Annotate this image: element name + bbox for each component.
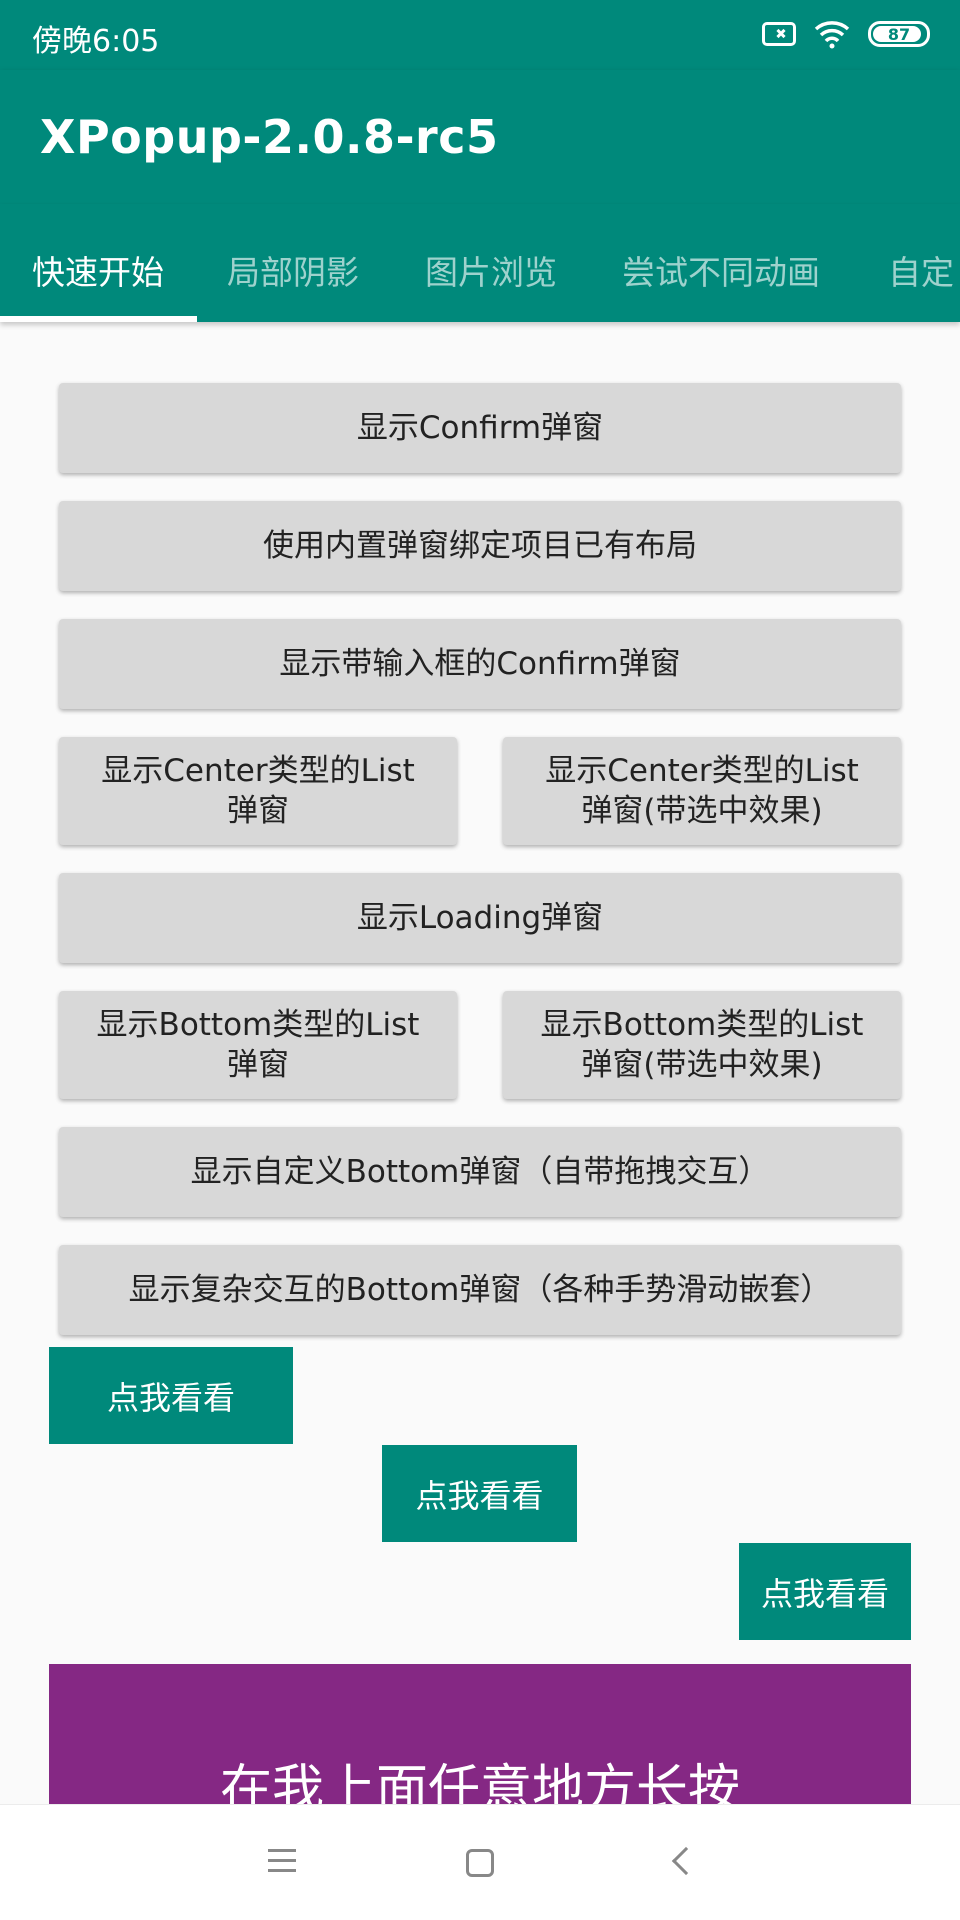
bottom-list-check-label-line2: 弹窗(带选中效果) bbox=[581, 1047, 823, 1083]
input-confirm-label: 显示带输入框的Confirm弹窗 bbox=[279, 646, 681, 682]
home-icon[interactable] bbox=[466, 1849, 494, 1877]
app-title: XPopup-2.0.8-rc5 bbox=[40, 110, 499, 164]
attach-button-right-label: 点我看看 bbox=[760, 1574, 889, 1613]
custom-bottom-label: 显示自定义Bottom弹窗（自带拖拽交互） bbox=[190, 1154, 770, 1190]
center-list-button[interactable]: 显示Center类型的List 弹窗 bbox=[59, 737, 457, 845]
bottom-list-button[interactable]: 显示Bottom类型的List 弹窗 bbox=[59, 991, 457, 1099]
attach-button-left[interactable]: 点我看看 bbox=[49, 1347, 293, 1444]
show-confirm-label: 显示Confirm弹窗 bbox=[356, 410, 604, 446]
bottom-list-check-button[interactable]: 显示Bottom类型的List 弹窗(带选中效果) bbox=[503, 991, 901, 1099]
loading-button[interactable]: 显示Loading弹窗 bbox=[59, 873, 901, 963]
tab-indicator bbox=[0, 316, 197, 322]
tab-animations[interactable]: 尝试不同动画 bbox=[622, 246, 820, 294]
long-press-area[interactable]: 在我上面任意地方长按 bbox=[49, 1664, 911, 1804]
loading-label: 显示Loading弹窗 bbox=[356, 900, 604, 936]
complex-bottom-button[interactable]: 显示复杂交互的Bottom弹窗（各种手势滑动嵌套） bbox=[59, 1245, 901, 1335]
attach-button-center-label: 点我看看 bbox=[415, 1476, 544, 1515]
tab-bar: 快速开始 局部阴影 图片浏览 尝试不同动画 自定 bbox=[0, 204, 960, 322]
status-time: 傍晚6:05 bbox=[32, 24, 160, 59]
no-sim-icon bbox=[762, 22, 796, 46]
tab-image-viewer[interactable]: 图片浏览 bbox=[425, 246, 557, 294]
status-icons: 87 bbox=[762, 16, 930, 52]
attach-button-center[interactable]: 点我看看 bbox=[382, 1445, 577, 1542]
bottom-list-check-label-line1: 显示Bottom类型的List bbox=[540, 1007, 864, 1043]
center-list-label-line1: 显示Center类型的List bbox=[101, 753, 415, 789]
tab-custom[interactable]: 自定 bbox=[888, 246, 954, 294]
tab-partial-shadow[interactable]: 局部阴影 bbox=[227, 246, 359, 294]
bind-layout-label: 使用内置弹窗绑定项目已有布局 bbox=[263, 528, 697, 564]
battery-level: 87 bbox=[887, 24, 911, 44]
input-confirm-button[interactable]: 显示带输入框的Confirm弹窗 bbox=[59, 619, 901, 709]
center-list-check-label-line1: 显示Center类型的List bbox=[545, 753, 859, 789]
attach-button-right[interactable]: 点我看看 bbox=[739, 1543, 911, 1640]
center-list-check-label-line2: 弹窗(带选中效果) bbox=[581, 793, 823, 829]
menu-icon[interactable] bbox=[268, 1849, 296, 1873]
long-press-label: 在我上面任意地方长按 bbox=[219, 1759, 740, 1805]
custom-bottom-button[interactable]: 显示自定义Bottom弹窗（自带拖拽交互） bbox=[59, 1127, 901, 1217]
battery-icon: 87 bbox=[868, 21, 930, 47]
bottom-list-label-line2: 弹窗 bbox=[227, 1047, 289, 1083]
center-list-check-button[interactable]: 显示Center类型的List 弹窗(带选中效果) bbox=[503, 737, 901, 845]
back-icon[interactable] bbox=[671, 1846, 701, 1876]
show-confirm-button[interactable]: 显示Confirm弹窗 bbox=[59, 383, 901, 473]
wifi-icon bbox=[814, 21, 850, 49]
bind-layout-button[interactable]: 使用内置弹窗绑定项目已有布局 bbox=[59, 501, 901, 591]
attach-button-left-label: 点我看看 bbox=[106, 1378, 235, 1417]
app-bar: XPopup-2.0.8-rc5 bbox=[0, 70, 960, 204]
system-nav-bar bbox=[0, 1804, 960, 1920]
complex-bottom-label: 显示复杂交互的Bottom弹窗（各种手势滑动嵌套） bbox=[128, 1272, 832, 1308]
status-bar: 傍晚6:05 87 bbox=[0, 0, 960, 70]
center-list-label-line2: 弹窗 bbox=[227, 793, 289, 829]
tab-quick-start[interactable]: 快速开始 bbox=[32, 246, 164, 294]
bottom-list-label-line1: 显示Bottom类型的List bbox=[96, 1007, 420, 1043]
